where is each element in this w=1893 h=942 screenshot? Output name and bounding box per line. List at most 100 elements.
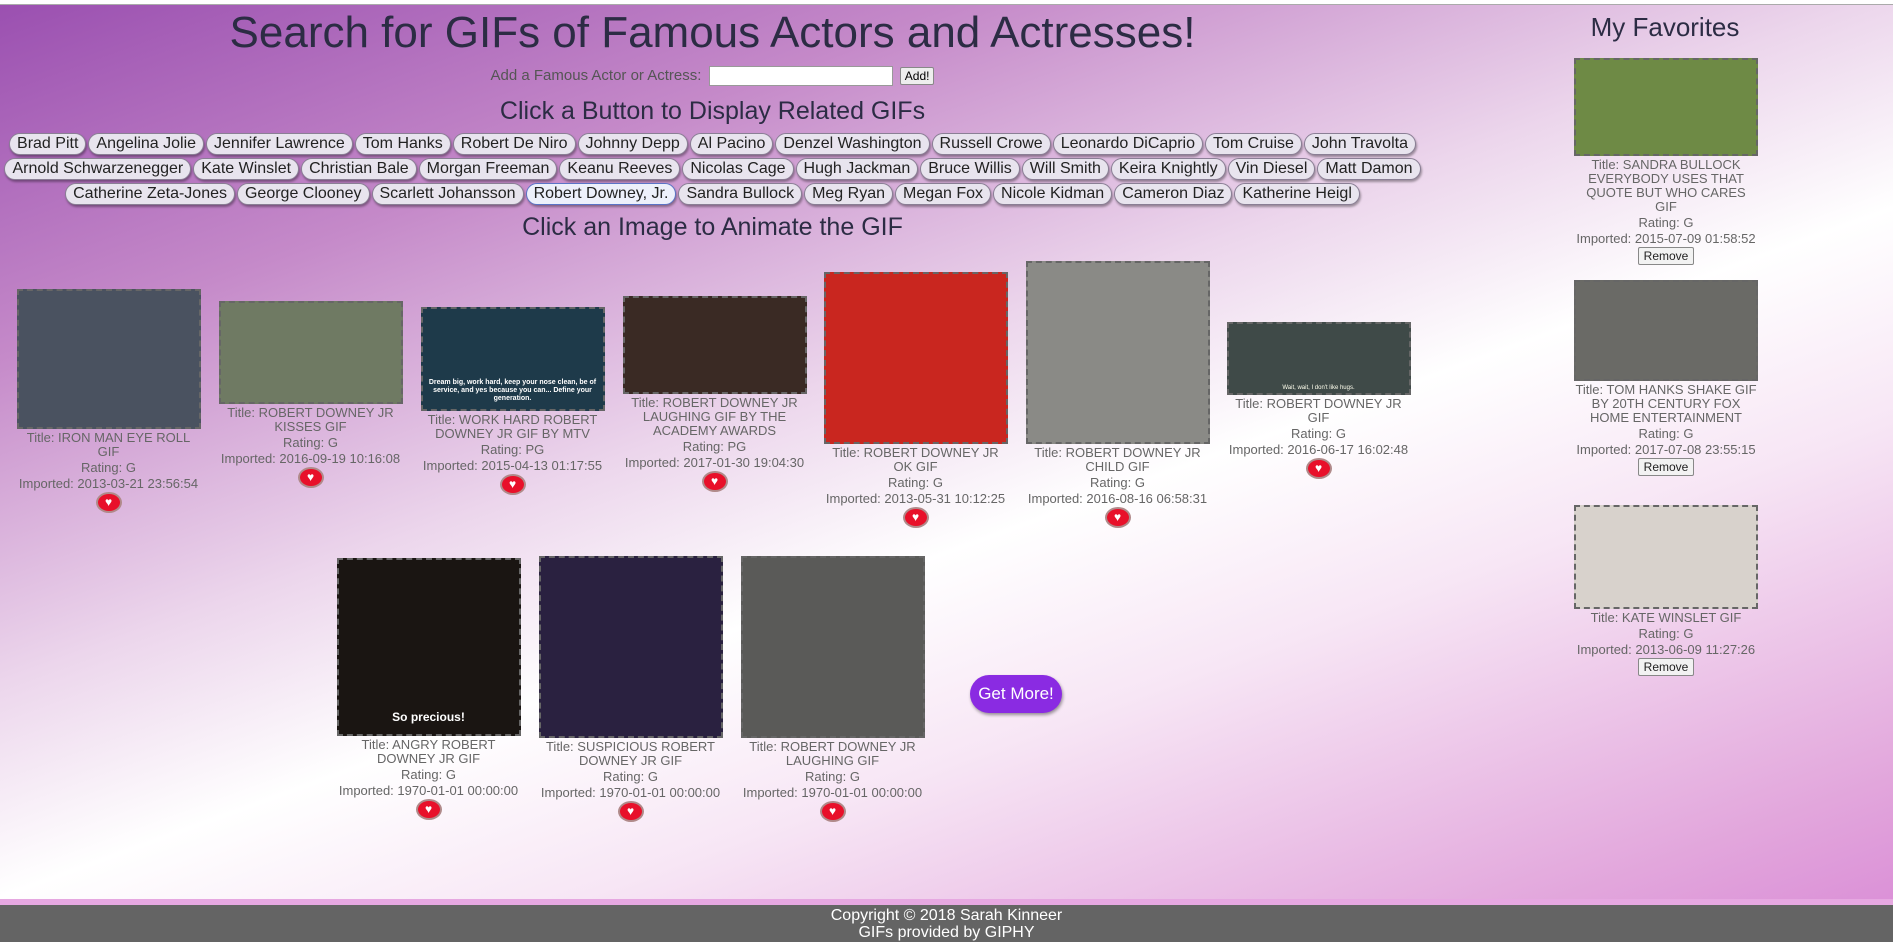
actor-button[interactable]: Vin Diesel (1227, 158, 1316, 180)
gif-title: Title: ROBERT DOWNEY JR OK GIF (832, 445, 999, 474)
gif-rating: Rating: PG (480, 442, 545, 457)
gif-image[interactable]: Wait, wait, I don't like hugs. (1226, 322, 1411, 395)
heart-icon[interactable]: ♥ (499, 474, 526, 495)
actor-button[interactable]: Keanu Reeves (559, 158, 681, 180)
favorite-image[interactable] (1574, 505, 1758, 609)
actor-button[interactable]: Katherine Heigl (1234, 183, 1360, 205)
remove-button[interactable]: Remove (1637, 247, 1695, 265)
gif-image[interactable] (218, 301, 403, 404)
gif-rating: Rating: G (283, 435, 338, 450)
actor-button[interactable]: Tom Cruise (1205, 133, 1302, 155)
gif-image[interactable] (622, 296, 807, 394)
gif-title: Title: ROBERT DOWNEY JR LAUGHING GIF (749, 739, 916, 768)
gif-title: Title: ROBERT DOWNEY JR GIF (1235, 396, 1402, 425)
gif-card: Title: ROBERT DOWNEY JR LAUGHING GIF BY … (622, 296, 807, 492)
gif-image[interactable]: So precious! (336, 558, 521, 736)
gif-title: Title: ANGRY ROBERT DOWNEY JR GIF (361, 737, 496, 766)
gif-image[interactable] (16, 289, 201, 429)
gif-image[interactable] (823, 272, 1008, 444)
actor-button[interactable]: Megan Fox (895, 183, 992, 205)
favorite-title: Title: SANDRA BULLOCK EVERYBODY USES THA… (1586, 157, 1746, 214)
favorite-imported: Imported: 2015-07-09 01:58:52 (1576, 231, 1756, 246)
gif-card: Wait, wait, I don't like hugs. Title: RO… (1226, 322, 1411, 479)
gif-overlay-caption: Dream big, work hard, keep your nose cle… (428, 379, 597, 402)
heart-icon[interactable]: ♥ (415, 799, 442, 820)
favorites-heading: My Favorites (1590, 12, 1740, 42)
actor-button[interactable]: Will Smith (1021, 158, 1109, 180)
actor-button[interactable]: Scarlett Johansson (371, 183, 524, 205)
actor-button[interactable]: Robert De Niro (452, 133, 576, 155)
actor-button[interactable]: Tom Hanks (354, 133, 451, 155)
gif-title: Title: IRON MAN EYE ROLL GIF (26, 430, 191, 459)
gif-card: Title: ROBERT DOWNEY JR KISSES GIF Ratin… (218, 301, 403, 488)
actor-button[interactable]: Morgan Freeman (418, 158, 558, 180)
heart-icon[interactable]: ♥ (902, 507, 929, 528)
gif-image[interactable] (538, 556, 723, 738)
gif-image[interactable] (1025, 261, 1210, 444)
gif-title: Title: WORK HARD ROBERT DOWNEY JR GIF BY… (427, 412, 598, 441)
actor-button[interactable]: Christian Bale (301, 158, 417, 180)
main-content: Search for GIFs of Famous Actors and Act… (0, 0, 1425, 900)
gif-rating: Rating: PG (682, 439, 747, 454)
favorite-rating: Rating: G (1638, 626, 1694, 641)
actor-button[interactable]: Jennifer Lawrence (206, 133, 353, 155)
gif-overlay-caption: So precious! (392, 710, 465, 724)
actor-button[interactable]: Denzel Washington (775, 133, 930, 155)
actor-button[interactable]: Cameron Diaz (1114, 183, 1233, 205)
actor-button[interactable]: George Clooney (236, 183, 370, 205)
heart-icon[interactable]: ♥ (1305, 458, 1332, 479)
actor-button[interactable]: John Travolta (1303, 133, 1416, 155)
gif-imported: Imported: 2016-09-19 10:16:08 (220, 451, 401, 466)
gif-card: So precious! Title: ANGRY ROBERT DOWNEY … (336, 558, 521, 820)
gif-rating: Rating: G (1291, 426, 1346, 441)
gif-imported: Imported: 1970-01-01 00:00:00 (338, 783, 519, 798)
favorite-image[interactable] (1574, 280, 1758, 381)
favorite-image[interactable] (1574, 58, 1758, 156)
actor-button[interactable]: Catherine Zeta-Jones (65, 183, 235, 205)
favorite-title: Title: TOM HANKS SHAKE GIF BY 20TH CENTU… (1575, 382, 1757, 425)
actor-button[interactable]: Brad Pitt (9, 133, 87, 155)
actor-button[interactable]: Matt Damon (1317, 158, 1421, 180)
actor-button[interactable]: Johnny Depp (577, 133, 688, 155)
actor-button[interactable]: Arnold Schwarzenegger (4, 158, 192, 180)
actor-buttons-row-3: Catherine Zeta-Jones George Clooney Scarle… (0, 183, 1425, 205)
actor-button[interactable]: Bruce Willis (920, 158, 1020, 180)
gif-image[interactable] (740, 556, 925, 738)
remove-button[interactable]: Remove (1637, 458, 1695, 476)
add-actor-button[interactable]: Add! (899, 67, 935, 85)
actor-button[interactable]: Sandra Bullock (678, 183, 803, 205)
giphy-credit: GIFs provided by GIPHY (858, 924, 1035, 941)
get-more-button[interactable]: Get More! (970, 675, 1062, 713)
heart-icon[interactable]: ♥ (617, 801, 644, 822)
heart-icon[interactable]: ♥ (297, 467, 324, 488)
page-title: Search for GIFs of Famous Actors and Act… (229, 8, 1196, 57)
add-actor-label: Add a Famous Actor or Actress: (490, 66, 702, 84)
heart-icon[interactable]: ♥ (1104, 507, 1131, 528)
actor-button[interactable]: Al Pacino (689, 133, 774, 155)
actor-button[interactable]: Angelina Jolie (88, 133, 205, 155)
gif-title: Title: ROBERT DOWNEY JR KISSES GIF (227, 405, 394, 434)
actor-button[interactable]: Nicole Kidman (993, 183, 1113, 205)
actor-button[interactable]: Meg Ryan (804, 183, 893, 205)
actor-button[interactable]: Keira Knightly (1110, 158, 1226, 180)
actor-button[interactable]: Leonardo DiCaprio (1052, 133, 1203, 155)
gif-card: Title: ROBERT DOWNEY JR OK GIF Rating: G… (823, 272, 1008, 528)
favorite-card: Title: TOM HANKS SHAKE GIF BY 20TH CENTU… (1574, 280, 1758, 476)
actor-button[interactable]: Kate Winslet (193, 158, 300, 180)
actor-button[interactable]: Nicolas Cage (682, 158, 794, 180)
gif-rating: Rating: G (401, 767, 456, 782)
gif-imported: Imported: 1970-01-01 00:00:00 (742, 785, 923, 800)
add-actor-input[interactable] (708, 66, 893, 86)
actor-button[interactable]: Russell Crowe (931, 133, 1051, 155)
heart-icon[interactable]: ♥ (819, 801, 846, 822)
heart-icon[interactable]: ♥ (701, 471, 728, 492)
gif-imported: Imported: 2013-03-21 23:56:54 (18, 476, 199, 491)
gif-image[interactable]: Dream big, work hard, keep your nose cle… (420, 307, 605, 411)
actor-button[interactable]: Hugh Jackman (795, 158, 919, 180)
gif-imported: Imported: 2015-04-13 01:17:55 (422, 458, 603, 473)
actor-button-selected[interactable]: Robert Downey, Jr. (525, 183, 677, 205)
actor-buttons-row-2: Arnold Schwarzenegger Kate Winslet Christi… (0, 158, 1425, 180)
buttons-heading: Click a Button to Display Related GIFs (499, 97, 926, 125)
heart-icon[interactable]: ♥ (95, 492, 122, 513)
remove-button[interactable]: Remove (1637, 658, 1695, 676)
